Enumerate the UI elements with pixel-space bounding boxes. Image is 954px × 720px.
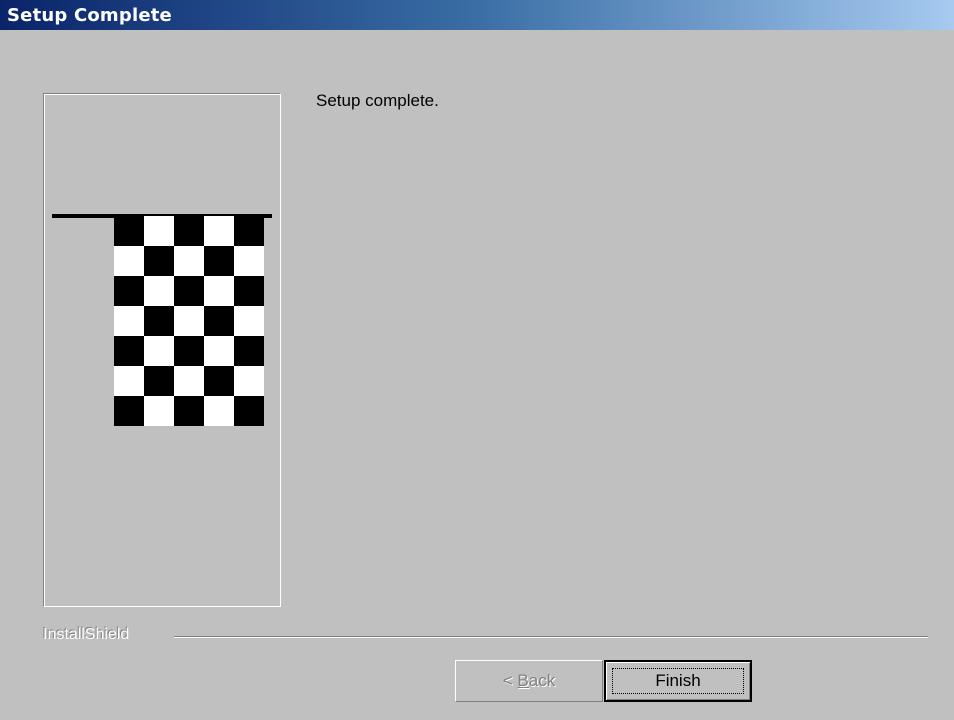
back-button-rest: ack [528, 671, 556, 690]
checkered-flag-icon [52, 214, 272, 426]
window-title: Setup Complete [7, 4, 172, 26]
installshield-label: InstallShield [43, 626, 130, 643]
setup-dialog: Setup Complete Setup complete. InstallSh… [0, 0, 954, 720]
footer-divider [174, 636, 928, 638]
image-panel [43, 93, 281, 607]
back-button-accel: B [517, 671, 529, 690]
finish-button-label: Finish [655, 671, 701, 690]
brand-row: InstallShield [43, 626, 928, 646]
finish-button[interactable]: Finish [604, 660, 752, 702]
setup-complete-message: Setup complete. [316, 91, 439, 110]
back-button[interactable]: < Back [455, 660, 603, 702]
back-button-prefix: < [502, 671, 518, 690]
title-bar[interactable]: Setup Complete [0, 0, 954, 30]
